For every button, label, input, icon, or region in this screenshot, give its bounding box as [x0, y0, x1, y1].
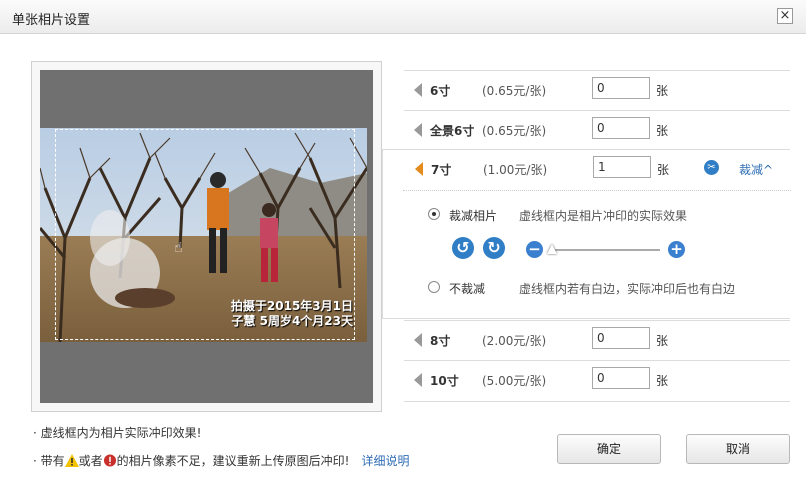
quantity-input[interactable]: 0: [592, 77, 650, 99]
note-crop-effect: · 虚线框内为相片实际冲印效果!: [33, 426, 202, 440]
confirm-button[interactable]: 确定: [557, 434, 661, 464]
zoom-out-button[interactable]: −: [526, 241, 543, 258]
crop-option-label: 裁减相片: [449, 209, 498, 223]
photo-preview-frame: 拍摄于2015年3月1日 子慧 5周岁4个月23天 ☝: [31, 61, 382, 412]
no-crop-radio[interactable]: [428, 281, 440, 293]
zoom-slider-thumb[interactable]: [547, 244, 557, 254]
close-button[interactable]: ×: [777, 8, 793, 24]
quantity-input[interactable]: 0: [592, 367, 650, 389]
size-panel-7inch-expanded: 7寸 (1.00元/张) 1 张 ✂ 裁减^ 裁减相片 虚线框内是相片冲印的实际…: [382, 149, 791, 319]
dialog-title: 单张相片设置: [12, 13, 91, 28]
detail-link[interactable]: 详细说明: [361, 454, 409, 468]
size-name: 6寸: [430, 84, 451, 98]
crop-toggle-link[interactable]: 裁减^: [739, 161, 773, 178]
size-row-panorama-6inch[interactable]: 全景6寸 (0.65元/张) 0 张: [404, 110, 790, 150]
close-icon: ×: [779, 8, 791, 23]
unit-label: 张: [657, 163, 670, 177]
scissors-icon[interactable]: ✂: [704, 160, 719, 175]
error-icon: [103, 454, 116, 467]
quantity-input[interactable]: 1: [593, 156, 651, 178]
size-name: 全景6寸: [430, 124, 475, 138]
quantity-input[interactable]: 0: [592, 117, 650, 139]
no-crop-option-desc: 虚线框内若有白边，实际冲印后也有白边: [519, 282, 736, 296]
collapse-arrow-icon[interactable]: [415, 162, 423, 176]
photo-preview-area: 拍摄于2015年3月1日 子慧 5周岁4个月23天 ☝: [40, 70, 373, 403]
divider: [404, 401, 790, 402]
expand-arrow-icon[interactable]: [414, 373, 422, 387]
photo-image[interactable]: 拍摄于2015年3月1日 子慧 5周岁4个月23天 ☝: [40, 128, 367, 342]
hand-cursor-icon: ☝: [174, 240, 183, 256]
size-price: (0.65元/张): [482, 124, 547, 138]
size-row-10inch[interactable]: 10寸 (5.00元/张) 0 张: [404, 360, 790, 400]
size-name: 10寸: [430, 374, 459, 388]
no-crop-option-label: 不裁减: [449, 282, 486, 296]
rotate-right-icon[interactable]: ↻: [483, 237, 505, 259]
size-price: (2.00元/张): [482, 334, 547, 348]
size-row-8inch[interactable]: 8寸 (2.00元/张) 0 张: [404, 320, 790, 360]
note-suffix: 的相片像素不足，建议重新上传原图后冲印!: [116, 454, 350, 468]
size-row-6inch[interactable]: 6寸 (0.65元/张) 0 张: [404, 70, 790, 110]
expand-arrow-icon[interactable]: [414, 83, 422, 97]
unit-label: 张: [656, 374, 669, 388]
rotate-left-icon[interactable]: ↺: [452, 237, 474, 259]
divider: [403, 190, 791, 191]
zoom-slider-track[interactable]: [549, 249, 660, 251]
unit-label: 张: [656, 84, 669, 98]
crop-option-desc: 虚线框内是相片冲印的实际效果: [519, 209, 688, 223]
size-name: 7寸: [431, 163, 452, 177]
cancel-button[interactable]: 取消: [686, 434, 790, 464]
note-low-resolution: · 带有 或者 的相片像素不足，建议重新上传原图后冲印! 详细说明: [33, 452, 409, 469]
size-price: (0.65元/张): [482, 84, 547, 98]
unit-label: 张: [656, 124, 669, 138]
size-price: (5.00元/张): [482, 374, 547, 388]
dialog-titlebar: 单张相片设置 ×: [0, 0, 806, 34]
unit-label: 张: [656, 334, 669, 348]
photo-age-caption: 子慧 5周岁4个月23天: [231, 314, 353, 328]
note-or: 或者: [78, 454, 103, 468]
crop-radio[interactable]: [428, 208, 440, 220]
expand-arrow-icon[interactable]: [414, 123, 422, 137]
note-prefix: · 带有: [33, 454, 65, 468]
quantity-input[interactable]: 0: [592, 327, 650, 349]
warning-icon: [64, 454, 79, 467]
size-price: (1.00元/张): [483, 163, 548, 177]
size-name: 8寸: [430, 334, 451, 348]
zoom-in-button[interactable]: +: [668, 241, 685, 258]
expand-arrow-icon[interactable]: [414, 333, 422, 347]
size-row-7inch[interactable]: 7寸 (1.00元/张) 1 张 ✂ 裁减^: [405, 150, 791, 190]
